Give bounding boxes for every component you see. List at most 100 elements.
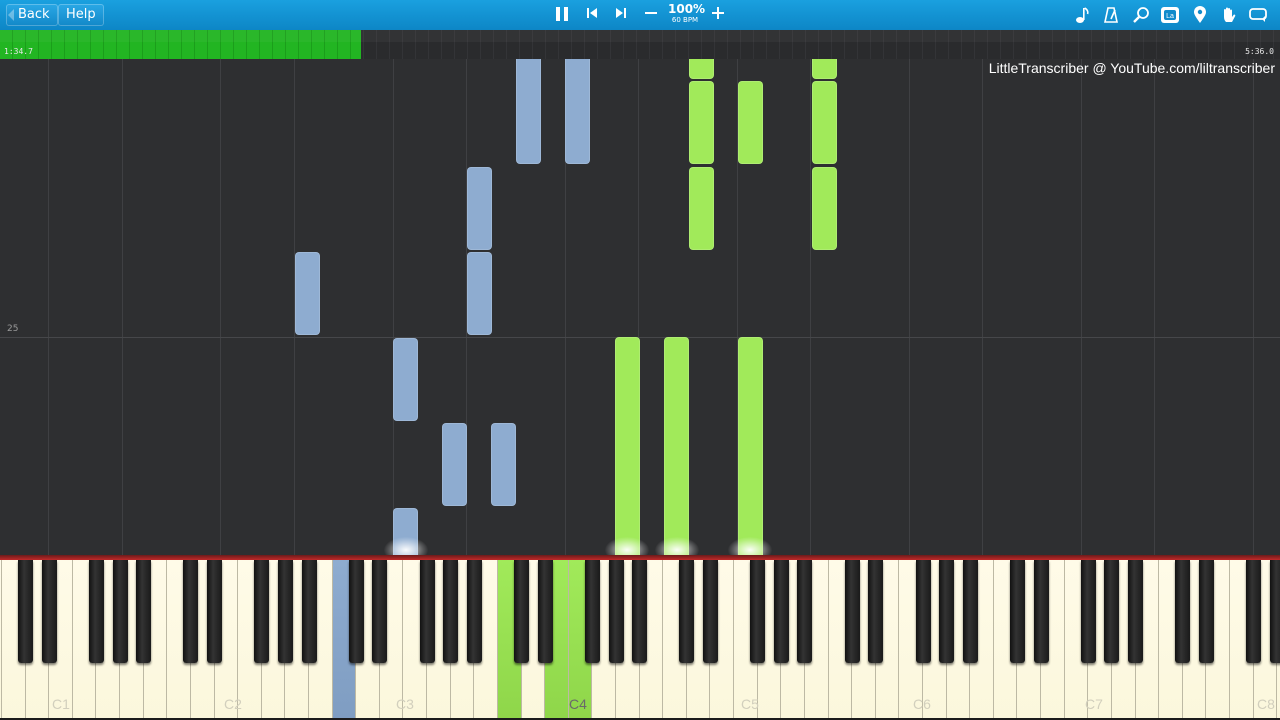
grid-line [1081,59,1082,555]
black-key[interactable] [254,560,270,663]
help-button[interactable]: Help [58,4,104,26]
black-key[interactable] [372,560,388,663]
black-key[interactable] [797,560,813,663]
black-key[interactable] [41,560,57,663]
hit-glow [655,537,699,555]
note-right-hand [812,59,837,79]
toolbar: Back Help 100% 60 BPM La [0,0,1280,30]
black-key[interactable] [939,560,955,663]
black-key[interactable] [868,560,884,663]
grid-line [810,59,811,555]
black-key[interactable] [1128,560,1144,663]
black-key[interactable] [584,560,600,663]
black-key[interactable] [750,560,766,663]
hand-icon[interactable] [1217,3,1241,27]
note-right-hand [689,81,714,164]
black-key[interactable] [773,560,789,663]
octave-label-c6: C6 [913,696,931,712]
note-left-hand [565,59,590,164]
grid-line [393,59,394,555]
black-key[interactable] [632,560,648,663]
total-time: 5:36.0 [1245,47,1274,56]
black-key[interactable] [844,560,860,663]
grid-line [220,59,221,555]
black-key[interactable] [1175,560,1191,663]
black-key[interactable] [1104,560,1120,663]
black-key[interactable] [679,560,695,663]
black-key[interactable] [183,560,199,663]
octave-label-c8: C8 [1257,696,1275,712]
measure-number: 25 [7,324,19,334]
grid-line [1253,59,1254,555]
black-key[interactable] [915,560,931,663]
label-icon[interactable]: La [1158,3,1182,27]
octave-label-c4: C4 [569,696,587,712]
measure-line [0,337,1280,338]
black-key[interactable] [466,560,482,663]
grid-line [48,59,49,555]
black-key[interactable] [443,560,459,663]
note-right-hand [664,337,689,555]
svg-text:La: La [1166,13,1174,20]
octave-label-c2: C2 [224,696,242,712]
black-key[interactable] [112,560,128,663]
hit-glow [605,537,649,555]
plus-icon[interactable] [706,3,730,27]
black-key[interactable] [348,560,364,663]
skip-back-icon[interactable] [580,3,604,27]
pause-icon[interactable] [550,3,574,27]
note-right-hand [738,337,763,555]
grid-line [982,59,983,555]
note-right-hand [812,167,837,250]
grid-line [1154,59,1155,555]
black-key[interactable] [514,560,530,663]
black-key[interactable] [1198,560,1214,663]
piano-roll: 25 LittleTranscriber @ YouTube.com/liltr… [0,59,1280,555]
hit-glow [728,537,772,555]
black-key[interactable] [419,560,435,663]
tempo-bpm: 60 BPM [671,16,699,24]
credit-text: LittleTranscriber @ YouTube.com/liltrans… [988,60,1275,76]
minus-icon[interactable] [639,3,663,27]
black-key[interactable] [207,560,223,663]
hit-glow [384,537,428,555]
tempo-percent: 100% [668,2,706,16]
loop-icon[interactable] [1246,3,1270,27]
black-key[interactable] [1269,560,1280,663]
tempo-display: 100% 60 BPM [668,2,706,25]
octave-label-c3: C3 [396,696,414,712]
black-key[interactable] [537,560,553,663]
black-key[interactable] [962,560,978,663]
note-left-hand [393,338,418,421]
black-key[interactable] [136,560,152,663]
black-key[interactable] [1080,560,1096,663]
note-icon[interactable] [1070,3,1094,27]
black-key[interactable] [301,560,317,663]
black-key[interactable] [1033,560,1049,663]
progress-shade [0,30,1280,42]
black-key[interactable] [277,560,293,663]
note-right-hand [812,81,837,164]
magnifier-icon[interactable] [1129,3,1153,27]
black-key[interactable] [1246,560,1262,663]
skip-forward-icon[interactable] [609,3,633,27]
black-key[interactable] [18,560,34,663]
metronome-icon[interactable] [1099,3,1123,27]
location-pin-icon[interactable] [1188,3,1212,27]
note-left-hand [467,252,492,335]
piano-keyboard[interactable]: C1 C2 C3 C4 C5 C6 C7 C8 [0,560,1280,720]
black-key[interactable] [1009,560,1025,663]
note-left-hand [442,423,467,506]
note-right-hand [689,167,714,250]
octave-label-c7: C7 [1085,696,1103,712]
note-left-hand [491,423,516,506]
octave-label-c1: C1 [52,696,70,712]
progress-bar[interactable] [0,30,1280,59]
elapsed-time: 1:34.7 [4,47,33,56]
black-key[interactable] [608,560,624,663]
black-key[interactable] [702,560,718,663]
back-button[interactable]: Back [6,4,58,26]
black-key[interactable] [88,560,104,663]
note-left-hand [295,252,320,335]
grid-line [122,59,123,555]
